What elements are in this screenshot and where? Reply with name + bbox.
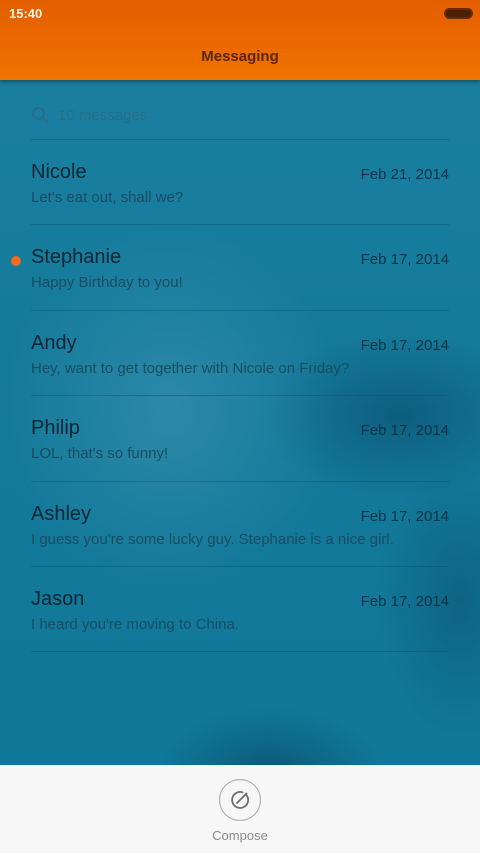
message-row[interactable]: Nicole Feb 21, 2014 Let's eat out, shall…	[0, 140, 480, 226]
contact-name: Jason	[31, 587, 85, 610]
divider	[31, 651, 449, 653]
message-preview: Let's eat out, shall we?	[31, 189, 184, 206]
message-list: Nicole Feb 21, 2014 Let's eat out, shall…	[0, 140, 480, 653]
message-date: Feb 17, 2014	[360, 251, 449, 269]
search-bar[interactable]: 10 messages	[31, 100, 449, 130]
unread-dot-icon	[11, 256, 21, 267]
search-icon	[32, 107, 49, 124]
message-preview: Happy Birthday to you!	[31, 274, 183, 292]
message-date: Feb 17, 2014	[360, 336, 449, 354]
message-row[interactable]: Andy Feb 17, 2014 Hey, want to get toget…	[0, 311, 480, 397]
message-row[interactable]: Ashley Feb 17, 2014 I guess you're some …	[0, 482, 480, 567]
battery-icon	[444, 8, 473, 19]
message-preview: Hey, want to get together with Nicole on…	[31, 359, 350, 377]
app-header: 15:40 Messaging	[0, 0, 480, 80]
message-row[interactable]: Philip Feb 17, 2014 LOL, that's so funny…	[0, 396, 480, 482]
contact-name: Ashley	[31, 502, 92, 525]
compose-label: Compose	[212, 828, 268, 843]
message-date: Feb 17, 2014	[360, 422, 449, 440]
contact-name: Stephanie	[31, 246, 122, 269]
contact-name: Andy	[31, 331, 77, 354]
search-input[interactable]: 10 messages	[58, 107, 147, 124]
contact-name: Nicole	[31, 161, 87, 183]
page-title: Messaging	[201, 48, 279, 65]
message-row[interactable]: Stephanie Feb 17, 2014 Happy Birthday to…	[0, 225, 480, 311]
message-preview: LOL, that's so funny!	[31, 445, 169, 463]
message-preview: I guess you're some lucky guy. Stephanie…	[31, 530, 394, 548]
message-date: Feb 21, 2014	[360, 166, 449, 183]
message-date: Feb 17, 2014	[360, 507, 449, 525]
compose-icon	[231, 791, 249, 809]
bottom-bar: Compose	[0, 765, 480, 853]
contact-name: Philip	[31, 417, 80, 440]
message-preview: I heard you're moving to China.	[31, 615, 239, 633]
status-time: 15:40	[9, 6, 43, 21]
compose-button[interactable]	[219, 779, 261, 821]
message-row[interactable]: Jason Feb 17, 2014 I heard you're moving…	[0, 567, 480, 653]
message-date: Feb 17, 2014	[360, 592, 449, 610]
